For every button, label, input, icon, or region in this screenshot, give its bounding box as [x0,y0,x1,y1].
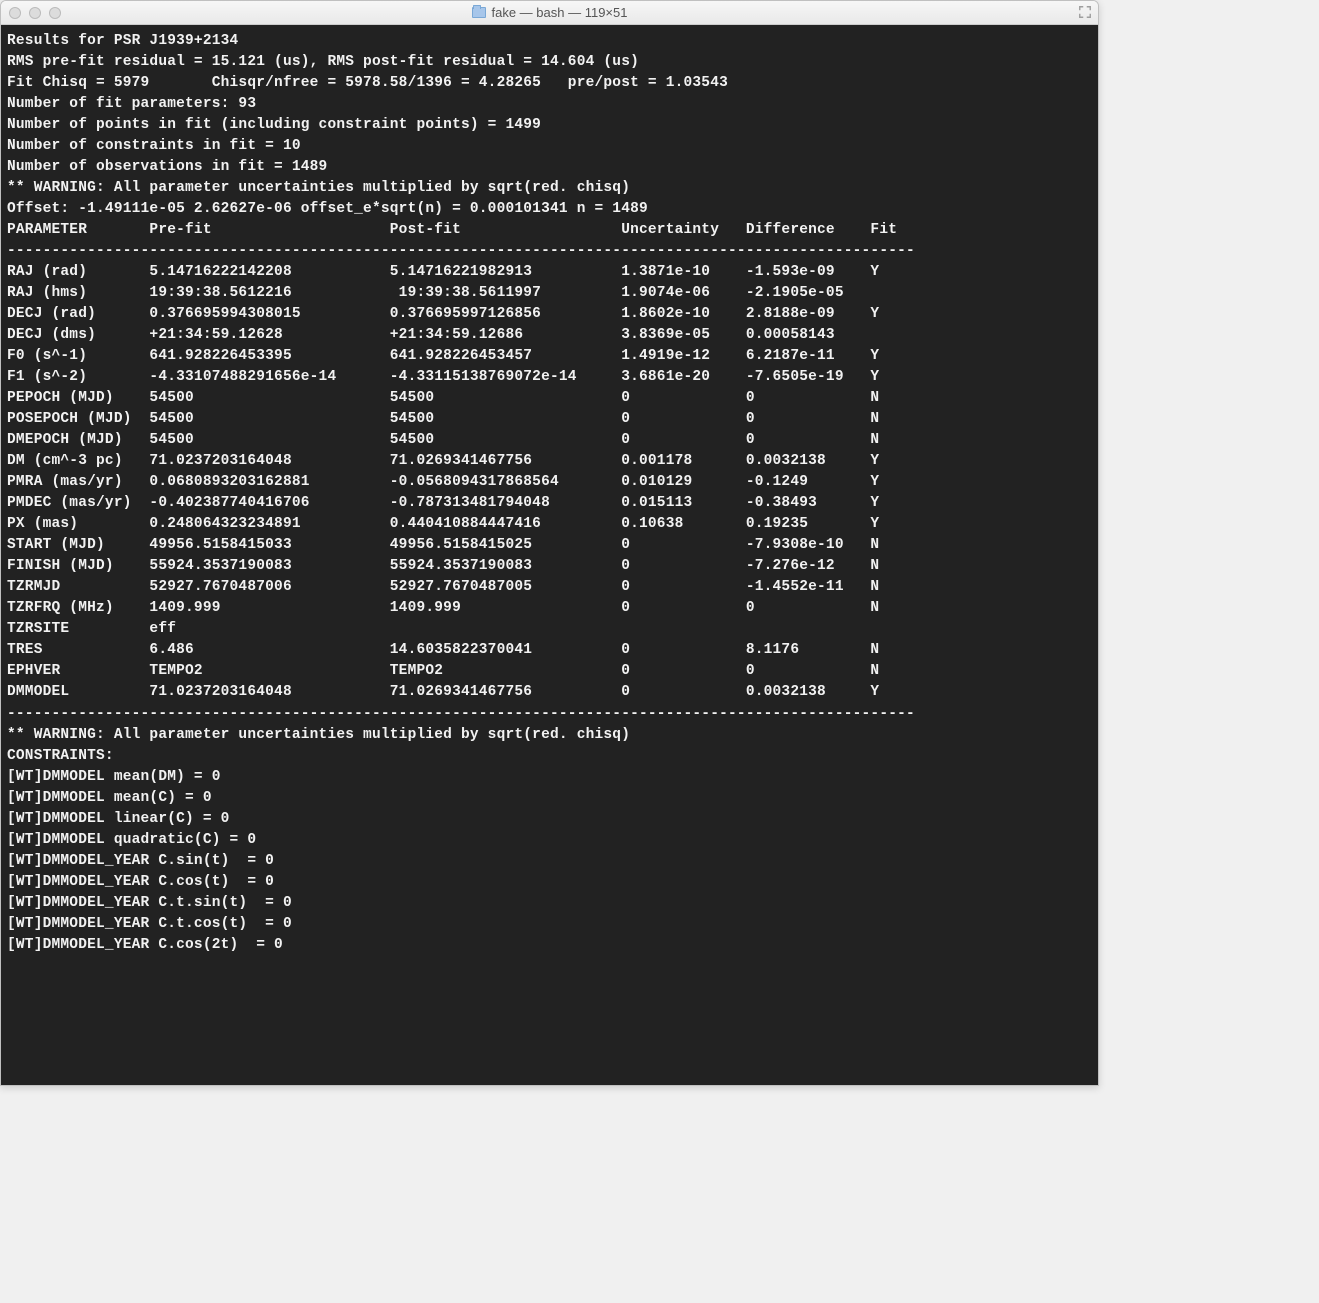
terminal-line: DM (cm^-3 pc) 71.0237203164048 71.026934… [7,451,1092,472]
terminal-line: PMDEC (mas/yr) -0.402387740416706 -0.787… [7,493,1092,514]
terminal-line: CONSTRAINTS: [7,746,1092,767]
terminal-line: EPHVER TEMPO2 TEMPO2 0 0 N [7,661,1092,682]
terminal-line: TZRMJD 52927.7670487006 52927.7670487005… [7,577,1092,598]
terminal-line: START (MJD) 49956.5158415033 49956.51584… [7,535,1092,556]
terminal-line: TZRSITE eff [7,619,1092,640]
terminal-line: F1 (s^-2) -4.33107488291656e-14 -4.33115… [7,367,1092,388]
terminal-line: PMRA (mas/yr) 0.0680893203162881 -0.0568… [7,472,1092,493]
terminal-line: POSEPOCH (MJD) 54500 54500 0 0 N [7,409,1092,430]
terminal-line: Fit Chisq = 5979 Chisqr/nfree = 5978.58/… [7,73,1092,94]
terminal-line: [WT]DMMODEL mean(C) = 0 [7,788,1092,809]
terminal-line: Number of points in fit (including const… [7,115,1092,136]
expand-icon[interactable] [1078,5,1092,19]
terminal-line: Offset: -1.49111e-05 2.62627e-06 offset_… [7,199,1092,220]
terminal-line: ** WARNING: All parameter uncertainties … [7,178,1092,199]
terminal-line: [WT]DMMODEL_YEAR C.cos(t) = 0 [7,872,1092,893]
terminal-line: [WT]DMMODEL_YEAR C.t.cos(t) = 0 [7,914,1092,935]
window-title: fake — bash — 119×51 [492,5,628,20]
terminal-line: PARAMETER Pre-fit Post-fit Uncertainty D… [7,220,1092,241]
zoom-button[interactable] [49,7,61,19]
terminal-line: [WT]DMMODEL_YEAR C.sin(t) = 0 [7,851,1092,872]
terminal-line: DMMODEL 71.0237203164048 71.026934146775… [7,682,1092,703]
terminal-line: Number of fit parameters: 93 [7,94,1092,115]
terminal-line: [WT]DMMODEL quadratic(C) = 0 [7,830,1092,851]
traffic-lights [9,7,61,19]
terminal-line: PEPOCH (MJD) 54500 54500 0 0 N [7,388,1092,409]
terminal-line: ** WARNING: All parameter uncertainties … [7,725,1092,746]
terminal-line: RAJ (rad) 5.14716222142208 5.14716221982… [7,262,1092,283]
terminal-window: fake — bash — 119×51 Results for PSR J19… [0,0,1099,1086]
terminal-line: [WT]DMMODEL_YEAR C.t.sin(t) = 0 [7,893,1092,914]
terminal-line: ----------------------------------------… [7,241,1092,262]
window-title-group: fake — bash — 119×51 [472,5,628,20]
terminal-line: Results for PSR J1939+2134 [7,31,1092,52]
terminal-line: [WT]DMMODEL linear(C) = 0 [7,809,1092,830]
terminal-line: TZRFRQ (MHz) 1409.999 1409.999 0 0 N [7,598,1092,619]
terminal-line: RAJ (hms) 19:39:38.5612216 19:39:38.5611… [7,283,1092,304]
terminal-line: Number of constraints in fit = 10 [7,136,1092,157]
terminal-line: RMS pre-fit residual = 15.121 (us), RMS … [7,52,1092,73]
terminal-line: F0 (s^-1) 641.928226453395 641.928226453… [7,346,1092,367]
terminal-line: TRES 6.486 14.6035822370041 0 8.1176 N [7,640,1092,661]
titlebar[interactable]: fake — bash — 119×51 [1,1,1098,25]
terminal-line: Number of observations in fit = 1489 [7,157,1092,178]
terminal-line: DECJ (rad) 0.376695994308015 0.376695997… [7,304,1092,325]
terminal-line: DECJ (dms) +21:34:59.12628 +21:34:59.126… [7,325,1092,346]
terminal-line: PX (mas) 0.248064323234891 0.44041088444… [7,514,1092,535]
folder-icon [472,7,486,18]
close-button[interactable] [9,7,21,19]
terminal-line: ----------------------------------------… [7,704,1092,725]
terminal-line: [WT]DMMODEL_YEAR C.cos(2t) = 0 [7,935,1092,956]
terminal-content[interactable]: Results for PSR J1939+2134RMS pre-fit re… [1,25,1098,1085]
minimize-button[interactable] [29,7,41,19]
terminal-line: FINISH (MJD) 55924.3537190083 55924.3537… [7,556,1092,577]
terminal-line: DMEPOCH (MJD) 54500 54500 0 0 N [7,430,1092,451]
terminal-line: [WT]DMMODEL mean(DM) = 0 [7,767,1092,788]
